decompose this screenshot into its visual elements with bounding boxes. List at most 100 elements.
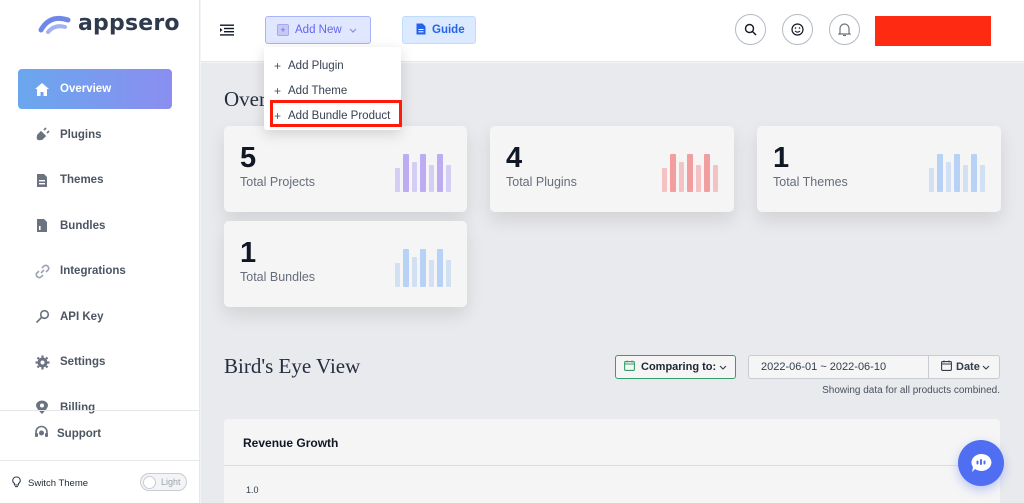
bar: [695, 165, 701, 192]
data-scope-note: Showing data for all products combined.: [822, 385, 1000, 396]
bar: [954, 154, 960, 192]
sidebar-item-themes[interactable]: Themes: [18, 160, 172, 200]
notifications-button[interactable]: [829, 14, 860, 45]
stat-card-themes[interactable]: 1 Total Themes: [757, 126, 1001, 212]
stat-label: Total Bundles: [240, 270, 316, 284]
sidebar-item-label: Integrations: [60, 265, 126, 277]
bell-icon: [838, 23, 851, 37]
sidebar-item-label: Bundles: [60, 219, 106, 232]
theme-toggle-label: Light: [161, 477, 181, 487]
stat-label: Total Projects: [240, 175, 316, 189]
menu-collapse-icon[interactable]: [220, 24, 234, 36]
stat-bars: [394, 154, 451, 192]
sidebar-item-label: Plugins: [60, 128, 102, 141]
bar: [411, 257, 417, 287]
support-link[interactable]: Support: [34, 425, 101, 443]
comparing-to-label: Comparing to:: [641, 361, 717, 373]
sidebar-item-label: API Key: [60, 310, 104, 323]
key-icon: [34, 309, 50, 325]
chat-icon: [971, 453, 992, 472]
location-icon: [34, 400, 50, 416]
add-new-label: Add New: [295, 24, 342, 36]
bar: [945, 162, 951, 192]
chat-button[interactable]: [958, 440, 1004, 486]
home-icon: [34, 81, 50, 97]
bar: [403, 249, 409, 287]
plus-icon: +: [277, 24, 289, 36]
theme-toggle[interactable]: Light: [140, 473, 187, 491]
sidebar-item-label: Themes: [60, 174, 104, 186]
stat-label: Total Plugins: [506, 175, 577, 189]
sidebar-item-label: Settings: [60, 356, 106, 368]
brand-name: appsero: [78, 10, 180, 36]
chevron-down-icon: [719, 361, 727, 373]
sidebar-nav: Overview Plugins Themes Bundles Integrat…: [18, 69, 172, 433]
bar: [712, 165, 718, 192]
bar: [437, 249, 443, 287]
sidebar-item-integrations[interactable]: Integrations: [18, 251, 172, 291]
menu-item-add-plugin[interactable]: + Add Plugin: [264, 53, 401, 78]
revenue-growth-card: Revenue Growth 1.0: [224, 419, 1000, 503]
stat-value: 1: [240, 237, 257, 269]
bar: [394, 168, 400, 192]
bar: [420, 154, 426, 192]
bar: [937, 154, 943, 192]
headset-icon: [34, 425, 49, 443]
bar: [428, 165, 434, 192]
bar: [962, 165, 968, 192]
sidebar-item-overview[interactable]: Overview: [18, 69, 172, 109]
bar: [445, 260, 451, 287]
smiley-icon: [791, 23, 804, 36]
bar: [928, 168, 934, 192]
menu-item-label: Add Plugin: [288, 59, 344, 72]
document-icon: [416, 23, 426, 38]
guide-button[interactable]: Guide: [402, 16, 476, 44]
card-divider: [224, 465, 1000, 466]
bar: [678, 162, 684, 192]
switch-theme: Switch Theme: [12, 476, 88, 491]
date-range-input[interactable]: 2022-06-01 ~ 2022-06-10: [748, 355, 929, 379]
sidebar-item-bundles[interactable]: Bundles: [18, 206, 172, 246]
plus-icon: +: [274, 58, 282, 73]
sidebar-item-api-key[interactable]: API Key: [18, 297, 172, 337]
stat-bars: [661, 154, 718, 192]
stat-value: 4: [506, 142, 523, 174]
lightbulb-icon: [12, 476, 21, 491]
sidebar-item-label: Billing: [60, 401, 96, 414]
add-new-button[interactable]: + Add New: [265, 16, 371, 44]
switch-theme-label: Switch Theme: [28, 478, 89, 489]
stat-value: 1: [773, 142, 790, 174]
sidebar-item-settings[interactable]: Settings: [18, 342, 172, 382]
stat-bars: [928, 154, 985, 192]
sidebar-item-plugins[interactable]: Plugins: [18, 115, 172, 155]
plus-icon: +: [274, 83, 282, 98]
section-title: Bird's Eye View: [224, 354, 361, 378]
plug-icon: [34, 127, 50, 143]
date-dropdown[interactable]: Date: [928, 355, 1000, 379]
comparing-to-dropdown[interactable]: Comparing to:: [615, 355, 736, 379]
feedback-button[interactable]: [782, 14, 813, 45]
stat-label: Total Themes: [773, 175, 848, 189]
stat-card-bundles[interactable]: 1 Total Bundles: [224, 221, 467, 307]
document-icon: [34, 218, 50, 234]
bar: [979, 165, 985, 192]
brand-logo[interactable]: appsero: [38, 10, 180, 36]
bar: [704, 154, 710, 192]
sidebar-divider: [0, 410, 200, 411]
chevron-down-icon: [982, 361, 990, 373]
link-icon: [34, 263, 50, 279]
guide-label: Guide: [432, 24, 465, 36]
sidebar: appsero Overview Plugins Themes Bundles: [0, 0, 200, 503]
stat-card-plugins[interactable]: 4 Total Plugins: [490, 126, 734, 212]
bar: [687, 154, 693, 192]
search-button[interactable]: [735, 14, 766, 45]
bar: [428, 260, 434, 287]
bar: [670, 154, 676, 192]
sidebar-divider: [0, 460, 200, 461]
sidebar-item-billing[interactable]: Billing: [18, 388, 172, 428]
bar: [403, 154, 409, 192]
y-axis-tick: 1.0: [246, 485, 259, 495]
redacted-user-block[interactable]: [875, 16, 991, 46]
stat-card-projects[interactable]: 5 Total Projects: [224, 126, 467, 212]
menu-item-label: Add Theme: [288, 84, 348, 97]
